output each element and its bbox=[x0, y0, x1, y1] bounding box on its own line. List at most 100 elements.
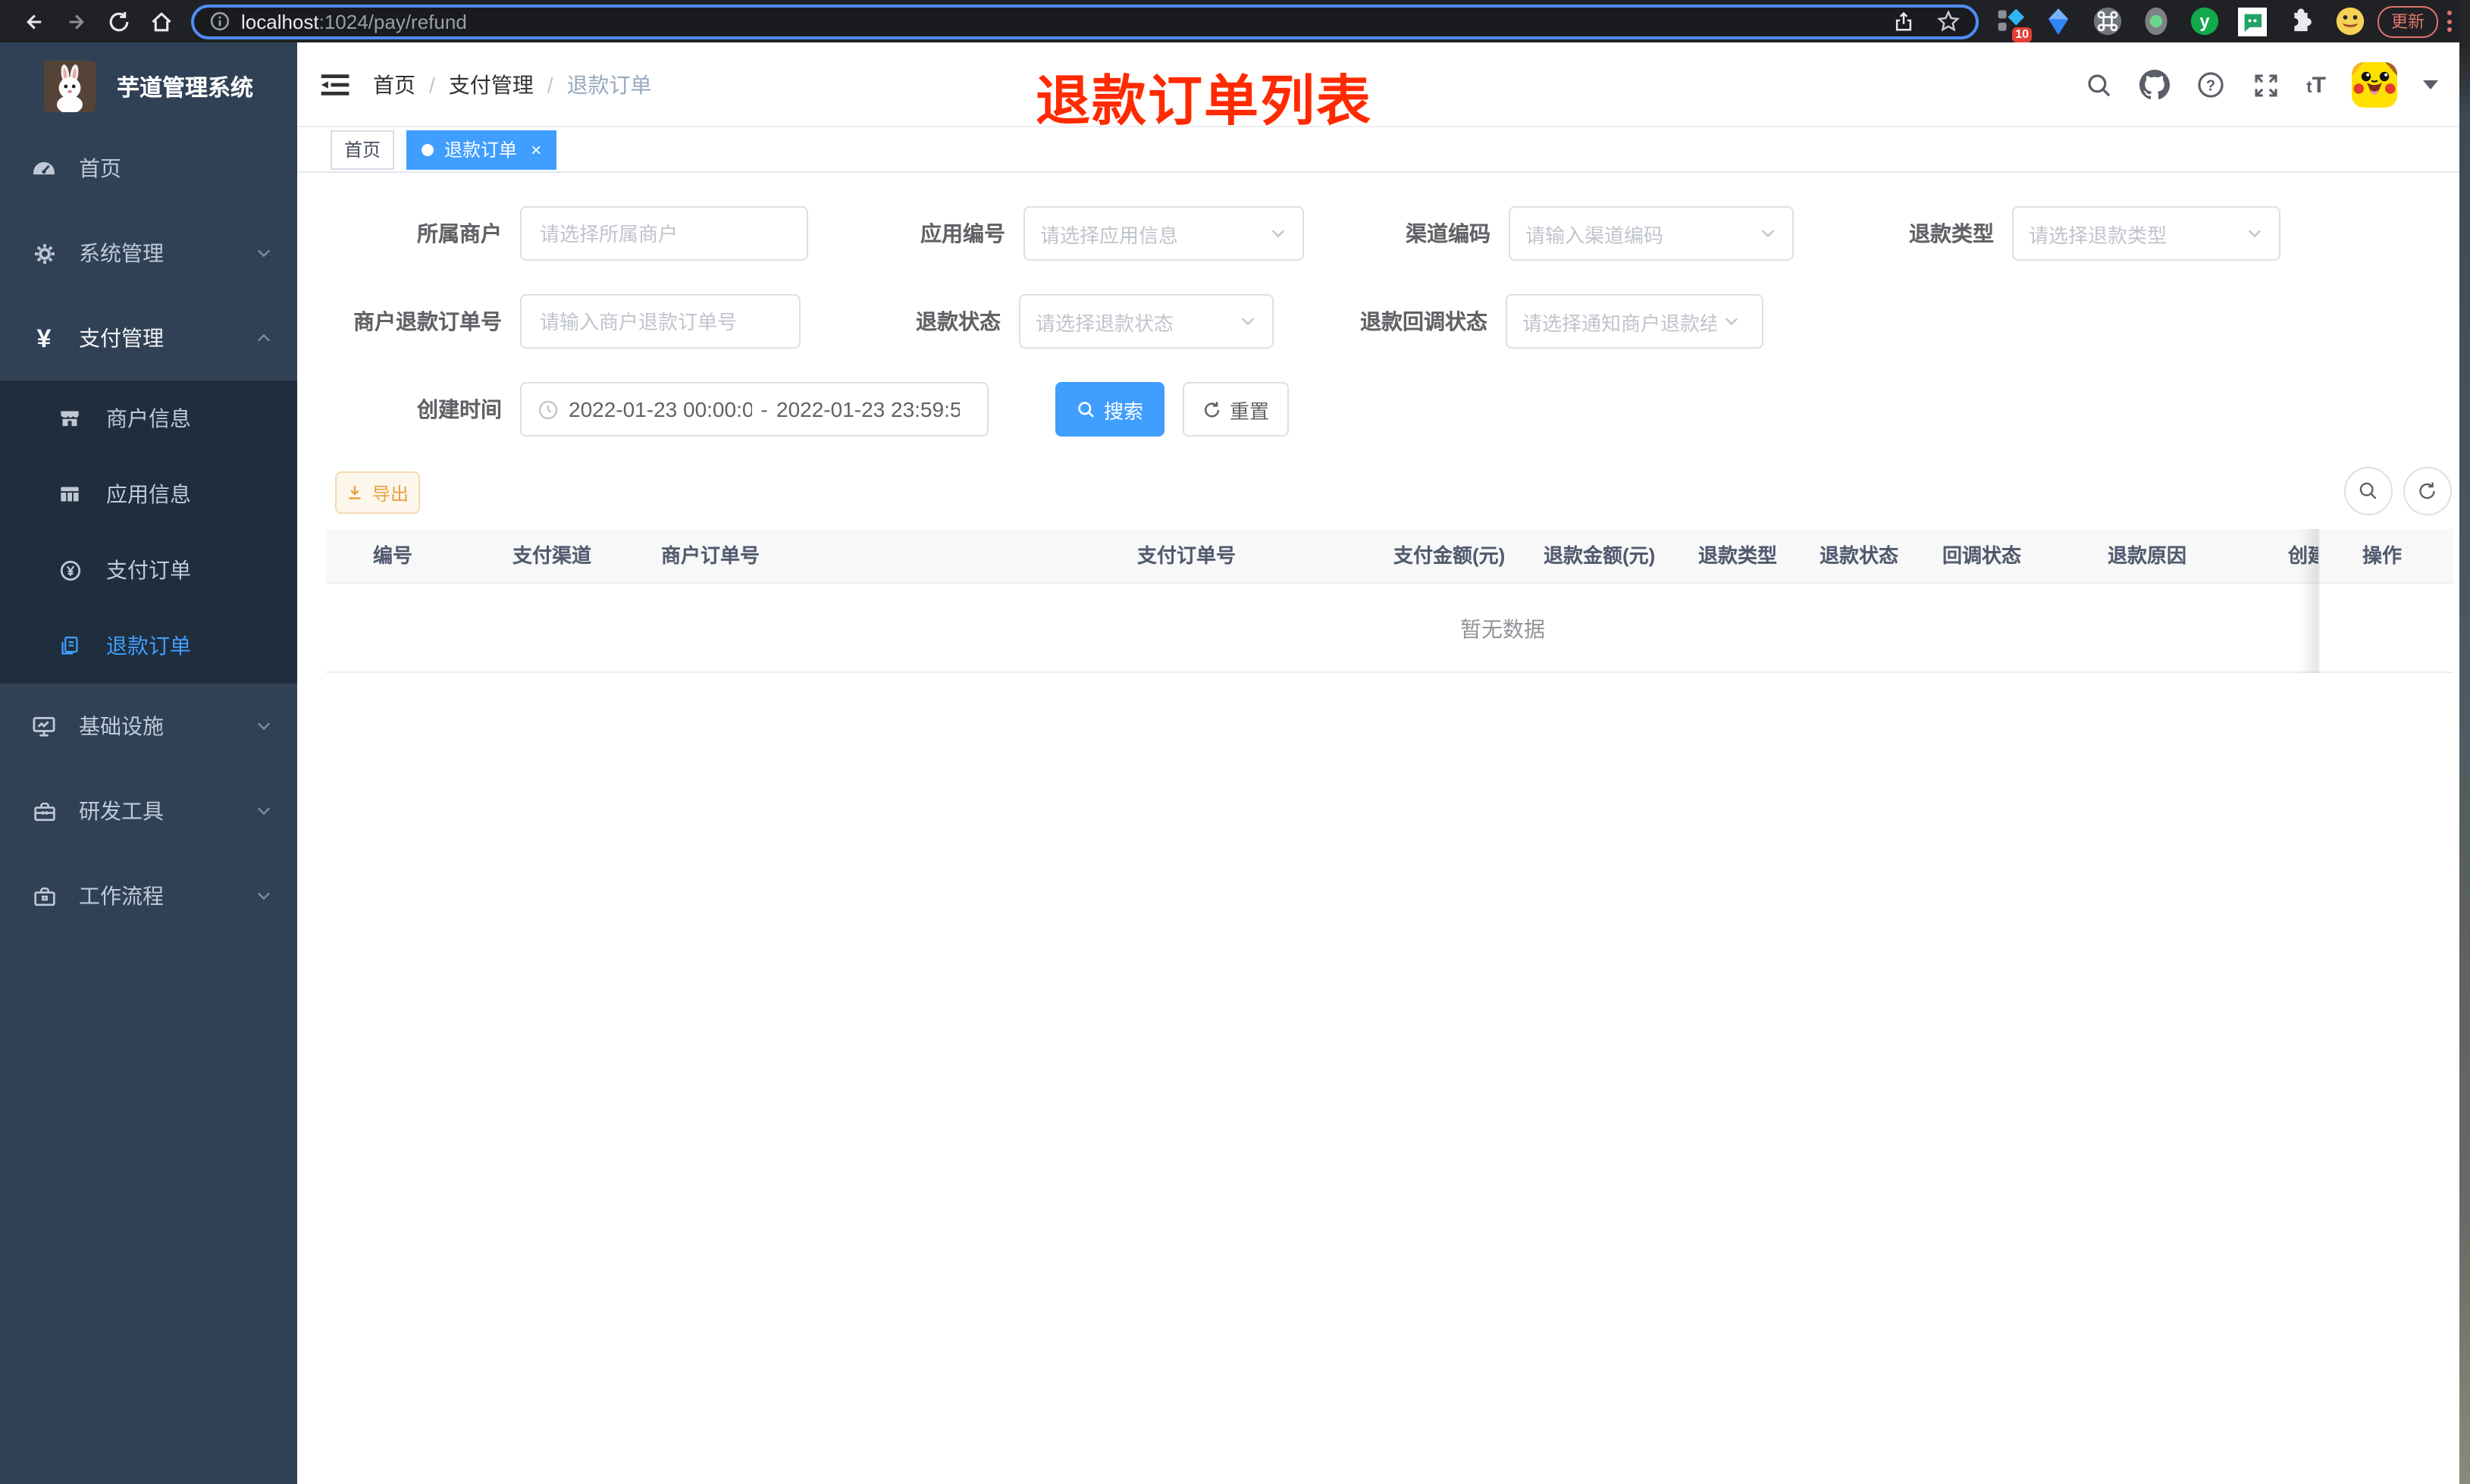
forward-arrow-icon bbox=[68, 14, 83, 29]
top-navbar: 首页 / 支付管理 / 退款订单 ? tT bbox=[297, 42, 2459, 127]
merchant-refund-no-input[interactable] bbox=[520, 294, 801, 349]
refund-type-select[interactable]: 请选择退款类型 bbox=[2012, 206, 2280, 261]
breadcrumb-separator: / bbox=[547, 73, 553, 97]
extension-dot-icon[interactable] bbox=[2139, 5, 2171, 37]
show-search-toggle-button[interactable] bbox=[2344, 467, 2393, 515]
channel-select[interactable]: 请输入渠道编码 bbox=[1509, 206, 1794, 261]
bookmark-star-icon[interactable] bbox=[1936, 9, 1961, 33]
tag-home[interactable]: 首页 bbox=[331, 130, 395, 169]
col-id: 编号 bbox=[373, 544, 413, 567]
fullscreen-icon[interactable] bbox=[2252, 70, 2280, 99]
extensions-puzzle-icon[interactable] bbox=[2285, 5, 2317, 37]
breadcrumb-separator: / bbox=[429, 73, 435, 97]
fixed-column-divider bbox=[2318, 529, 2320, 673]
breadcrumb-home[interactable]: 首页 bbox=[373, 70, 415, 100]
url-text[interactable]: localhost:1024/pay/refund bbox=[241, 10, 1880, 33]
browser-back-button[interactable] bbox=[12, 3, 55, 39]
chevron-down-icon bbox=[255, 802, 273, 820]
extension-command-icon[interactable] bbox=[2091, 5, 2123, 37]
extension-chat-icon[interactable] bbox=[2236, 5, 2268, 37]
rabbit-logo-icon bbox=[44, 61, 96, 112]
toolbox-icon bbox=[27, 798, 61, 824]
avatar-caret-icon[interactable] bbox=[2423, 80, 2438, 89]
reset-button-label: 重置 bbox=[1229, 399, 1269, 422]
sidebar-item-app-info[interactable]: 应用信息 bbox=[0, 456, 297, 532]
sidebar-item-system[interactable]: 系统管理 bbox=[0, 211, 297, 296]
merchant-input-field[interactable] bbox=[537, 221, 791, 246]
export-button[interactable]: 导出 bbox=[335, 471, 420, 514]
refresh-icon bbox=[1204, 401, 1220, 417]
reset-button[interactable]: 重置 bbox=[1183, 382, 1289, 437]
breadcrumb: 首页 / 支付管理 / 退款订单 bbox=[373, 42, 652, 127]
date-end[interactable]: 2022-01-23 23:59:59 bbox=[776, 397, 960, 421]
browser-forward-button[interactable] bbox=[55, 3, 97, 39]
help-icon[interactable]: ? bbox=[2196, 70, 2226, 100]
extension-badge: 10 bbox=[2012, 27, 2032, 42]
export-button-label: 导出 bbox=[371, 483, 409, 504]
sidebar-item-label: 工作流程 bbox=[79, 884, 164, 908]
sidebar-item-merchant-info[interactable]: 商户信息 bbox=[0, 380, 297, 456]
header-search-icon[interactable] bbox=[2085, 70, 2114, 99]
col-refund-type: 退款类型 bbox=[1698, 544, 1778, 567]
col-callback-status: 回调状态 bbox=[1942, 544, 2022, 567]
extension-emoji-icon[interactable] bbox=[2334, 5, 2365, 37]
callback-status-placeholder: 请选择通知商户退款结果的 bbox=[1522, 312, 1716, 334]
browser-reload-button[interactable] bbox=[97, 3, 139, 39]
sidebar-item-pay-order[interactable]: 支付订单 bbox=[0, 532, 297, 608]
breadcrumb-pay[interactable]: 支付管理 bbox=[449, 70, 534, 100]
extension-balloon-icon[interactable] bbox=[2042, 5, 2074, 37]
browser-update-button[interactable]: 更新 bbox=[2378, 5, 2438, 37]
chevron-down-icon bbox=[1722, 312, 1741, 330]
sidebar-item-infra[interactable]: 基础设施 bbox=[0, 684, 297, 769]
refund-list-page: 所属商户 应用编号 请选择应用信息 渠道编码 请输入渠道编码 退款类型 请选择退… bbox=[297, 173, 2459, 1484]
browser-home-button[interactable] bbox=[139, 3, 182, 39]
refund-status-select[interactable]: 请选择退款状态 bbox=[1019, 294, 1274, 349]
sidebar-item-pay[interactable]: ¥ 支付管理 bbox=[0, 296, 297, 380]
address-bar[interactable]: localhost:1024/pay/refund bbox=[191, 4, 1979, 39]
pay-submenu: 商户信息 应用信息 支付订单 退款订单 bbox=[0, 380, 297, 684]
screen: localhost:1024/pay/refund 10 y 更新 芋道管理系统… bbox=[0, 0, 2470, 1484]
url-host: localhost bbox=[241, 10, 319, 33]
window-edge-scrollbar[interactable] bbox=[2459, 0, 2470, 1484]
callback-status-select[interactable]: 请选择通知商户退款结果的 bbox=[1506, 294, 1763, 349]
label-app: 应用编号 bbox=[920, 221, 1005, 246]
svg-text:?: ? bbox=[2206, 77, 2215, 94]
font-size-icon[interactable]: tT bbox=[2306, 72, 2326, 98]
label-merchant: 所属商户 bbox=[417, 221, 502, 246]
date-start[interactable]: 2022-01-23 00:00:00 bbox=[569, 397, 752, 421]
user-avatar[interactable] bbox=[2352, 62, 2397, 108]
app-logo[interactable]: 芋道管理系统 bbox=[0, 58, 297, 115]
download-icon bbox=[349, 486, 362, 499]
app-title: 芋道管理系统 bbox=[117, 75, 254, 101]
sidebar-item-workflow[interactable]: 工作流程 bbox=[0, 853, 297, 938]
refund-status-placeholder: 请选择退款状态 bbox=[1036, 312, 1174, 334]
tag-refund-order[interactable]: 退款订单 × bbox=[406, 130, 557, 169]
create-time-range-picker[interactable]: 2022-01-23 00:00:00 - 2022-01-23 23:59:5… bbox=[520, 382, 989, 437]
gear-icon bbox=[27, 240, 61, 266]
col-refund-status: 退款状态 bbox=[1820, 544, 1899, 567]
url-path: :1024/pay/refund bbox=[318, 10, 467, 33]
info-icon[interactable] bbox=[209, 11, 230, 32]
merchant-refund-no-field[interactable] bbox=[537, 308, 784, 334]
sidebar-item-home[interactable]: 首页 bbox=[0, 126, 297, 211]
browser-menu-icon[interactable] bbox=[2447, 11, 2452, 32]
extension-y-icon[interactable]: y bbox=[2188, 5, 2220, 37]
search-button-label: 搜索 bbox=[1103, 399, 1143, 422]
sidebar-item-refund-order[interactable]: 退款订单 bbox=[0, 608, 297, 684]
extension-blocks-icon[interactable]: 10 bbox=[1994, 5, 2032, 42]
sidebar-item-label: 基础设施 bbox=[79, 714, 164, 738]
back-arrow-icon bbox=[26, 14, 41, 29]
refresh-table-button[interactable] bbox=[2403, 467, 2452, 515]
date-separator: - bbox=[760, 397, 768, 421]
close-icon[interactable]: × bbox=[531, 140, 541, 158]
app-select[interactable]: 请选择应用信息 bbox=[1023, 206, 1304, 261]
sidebar-item-label: 退款订单 bbox=[106, 634, 191, 658]
refresh-icon bbox=[2419, 482, 2435, 499]
search-button[interactable]: 搜索 bbox=[1055, 382, 1164, 437]
merchant-input[interactable] bbox=[520, 206, 808, 261]
sidebar-collapse-button[interactable] bbox=[318, 68, 352, 102]
share-icon[interactable] bbox=[1892, 10, 1915, 33]
sidebar-item-devtools[interactable]: 研发工具 bbox=[0, 769, 297, 853]
github-icon[interactable] bbox=[2139, 70, 2171, 100]
label-callback-status: 退款回调状态 bbox=[1360, 309, 1487, 333]
